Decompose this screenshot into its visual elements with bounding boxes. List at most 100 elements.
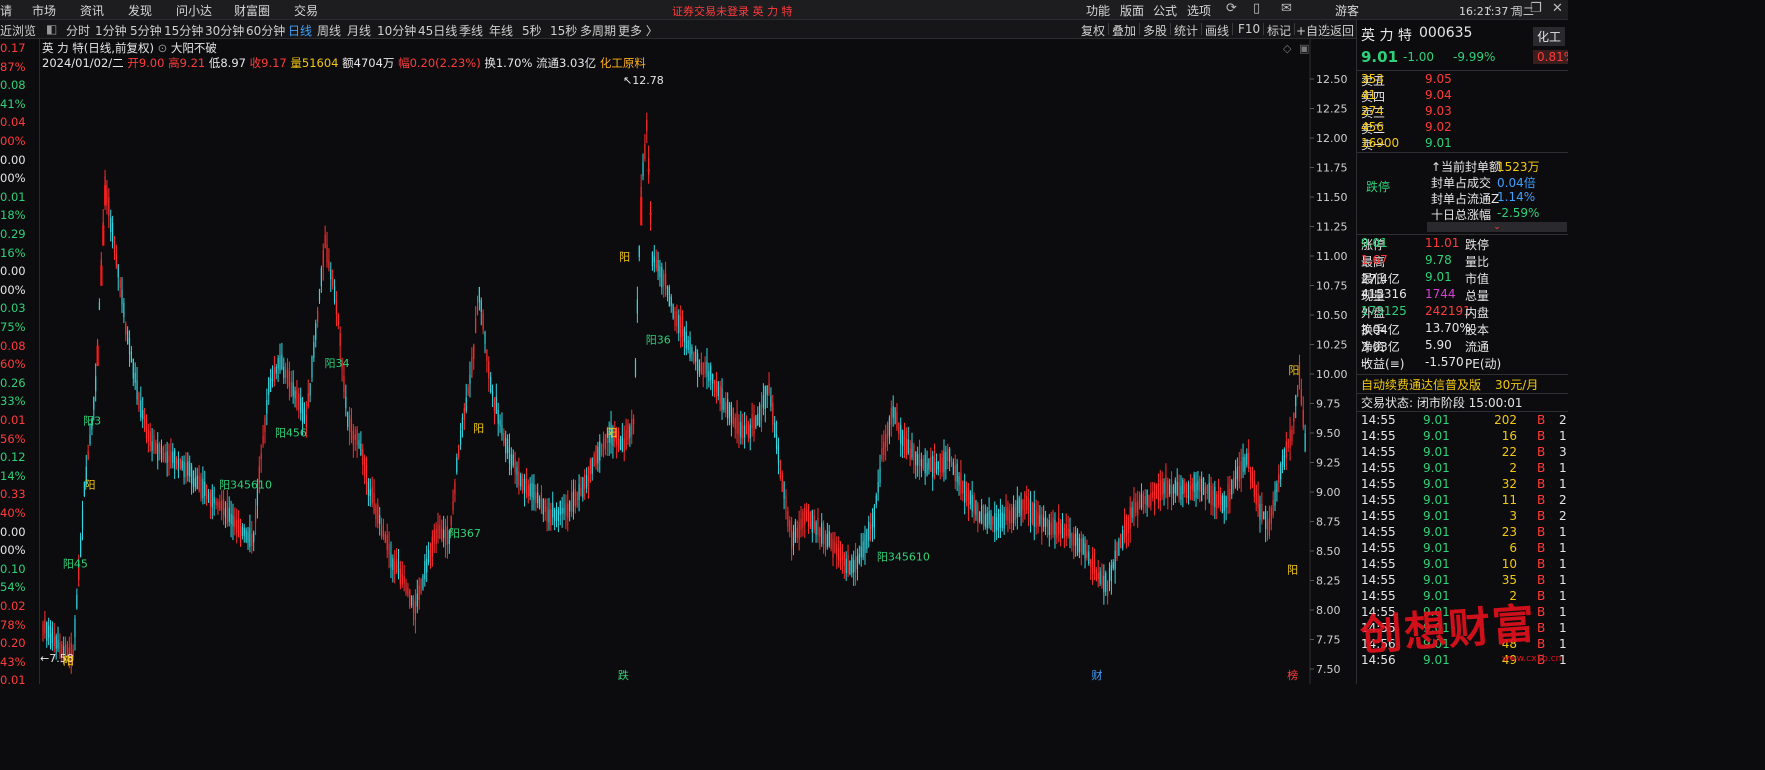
candle-body: [563, 507, 565, 514]
menu-item-discover[interactable]: 发现: [128, 2, 152, 19]
close-icon[interactable]: ✕: [1552, 1, 1563, 16]
candle-body: [202, 478, 204, 499]
y-tick-label: 8.25: [1316, 575, 1341, 588]
candle-body: [491, 390, 494, 396]
expand-toggle-icon[interactable]: ⌄: [1427, 222, 1567, 232]
candle-body: [962, 480, 964, 494]
tool-add-watchlist[interactable]: +自选: [1296, 22, 1330, 39]
candle-body: [1204, 486, 1207, 500]
tool-multi-stock[interactable]: 多股: [1143, 22, 1167, 39]
refresh-icon[interactable]: ⟳: [1226, 1, 1237, 16]
candle-body: [503, 432, 505, 444]
period-year[interactable]: 年线: [489, 22, 513, 39]
minimize-icon[interactable]: –: [1510, 1, 1517, 16]
menu-item-0[interactable]: 请: [0, 2, 12, 19]
candle-body: [1009, 510, 1011, 524]
indicator-check-icon[interactable]: ⊙: [158, 41, 171, 55]
phone-icon[interactable]: ▯: [1253, 1, 1260, 16]
menu-layout[interactable]: 版面: [1120, 2, 1144, 19]
top-menu-bar: 请 市场 资讯 发现 问小达 财富圈 交易 证券交易未登录 英 力 特 功能 版…: [0, 0, 1568, 20]
mail-icon[interactable]: ✉: [1281, 1, 1292, 16]
period-15min[interactable]: 15分钟: [164, 22, 203, 39]
candle-body: [1020, 499, 1022, 516]
candle-body: [804, 507, 806, 525]
candle-body: [730, 404, 733, 423]
candle-body: [862, 541, 864, 558]
tool-adjust[interactable]: 复权: [1081, 22, 1105, 39]
period-30min[interactable]: 30分钟: [205, 22, 244, 39]
period-1min[interactable]: 1分钟: [95, 22, 127, 39]
period-timeshare[interactable]: 分时: [66, 22, 90, 39]
menu-item-trade[interactable]: 交易: [294, 2, 318, 19]
left-scale-value: 0.00: [0, 524, 26, 539]
candlestick-chart[interactable]: 12.50 12.25 12.00 11.75 11.50 11.25 11.00 10.75…: [40, 39, 1356, 684]
panel-sector-tag[interactable]: 化工: [1533, 27, 1566, 46]
chart-diamond-icon[interactable]: ◇: [1283, 42, 1291, 55]
candle-body: [548, 509, 550, 523]
candle-body: [625, 429, 627, 449]
period-weekly[interactable]: 周线: [317, 22, 341, 39]
menu-item-news[interactable]: 资讯: [80, 2, 104, 19]
candle-body: [518, 471, 520, 486]
candle-body: [698, 359, 701, 371]
candle-body: [1114, 550, 1116, 570]
login-notice[interactable]: 证券交易未登录 英 力 特: [672, 3, 793, 19]
candle-body: [422, 575, 424, 590]
period-10min[interactable]: 10分钟: [377, 22, 416, 39]
left-scale-value: 56%: [0, 431, 26, 446]
promo-text[interactable]: 自动续费通达信普及版: [1361, 376, 1481, 393]
tick-count: 1: [1559, 605, 1567, 619]
candle-body: [1182, 480, 1184, 495]
menu-formula[interactable]: 公式: [1153, 2, 1177, 19]
tool-back[interactable]: 返回: [1330, 22, 1354, 39]
candle-body: [140, 400, 142, 418]
candle-body: [350, 419, 353, 440]
restore-icon[interactable]: ❐: [1530, 1, 1542, 16]
menu-item-wealth-circle[interactable]: 财富圈: [234, 2, 270, 19]
promo-price[interactable]: 30元/月: [1495, 376, 1538, 393]
guest-label[interactable]: 游客: [1335, 2, 1359, 19]
period-60min[interactable]: 60分钟: [246, 22, 285, 39]
tool-overlay[interactable]: 叠加: [1112, 22, 1136, 39]
menu-function[interactable]: 功能: [1086, 2, 1110, 19]
left-scale-value: 78%: [0, 617, 26, 632]
recent-browse-button[interactable]: 近浏览: [0, 22, 36, 39]
stat-value: 9.01: [1361, 236, 1388, 250]
menu-item-ask[interactable]: 问小达: [176, 2, 212, 19]
period-multi[interactable]: 多周期: [580, 22, 616, 39]
period-monthly[interactable]: 月线: [347, 22, 371, 39]
candle-body: [883, 441, 885, 456]
tool-statistics[interactable]: 统计: [1174, 22, 1198, 39]
candle-body: [638, 246, 640, 258]
yang-signal-label: 阳36: [646, 333, 671, 346]
tool-draw-line[interactable]: 画线: [1205, 22, 1229, 39]
candle-body: [1095, 569, 1097, 581]
candle-body: [356, 429, 358, 446]
period-more[interactable]: 更多 〉: [618, 22, 658, 39]
menu-item-market[interactable]: 市场: [32, 2, 56, 19]
panel-toggle-icon[interactable]: ◧: [46, 22, 57, 36]
period-5sec[interactable]: 5秒: [522, 22, 542, 39]
candle-body: [980, 505, 983, 524]
ask-row: 卖五 9.05 353: [1361, 72, 1567, 88]
back-arrow-icon[interactable]: ‹: [1487, 1, 1492, 16]
period-5min[interactable]: 5分钟: [130, 22, 162, 39]
candle-body: [939, 454, 941, 472]
candle-body: [486, 349, 488, 361]
menu-options[interactable]: 选项: [1187, 2, 1211, 19]
indicator-name[interactable]: 大阳不破: [171, 41, 217, 55]
candle-body: [856, 556, 859, 570]
period-15sec[interactable]: 15秒: [550, 22, 577, 39]
period-daily[interactable]: 日线: [288, 22, 312, 39]
period-quarter[interactable]: 季线: [459, 22, 483, 39]
seal-value: 1.14%: [1497, 190, 1536, 204]
chart-maximize-icon[interactable]: ▣: [1299, 42, 1309, 55]
quote-sector[interactable]: 化工原料: [600, 56, 646, 70]
candle-body: [48, 625, 50, 639]
candle-body: [1129, 507, 1131, 529]
period-45day[interactable]: 45日线: [418, 22, 457, 39]
tool-f10[interactable]: F10: [1238, 22, 1260, 36]
tick-row: 14:55 9.01 32 B 1: [1361, 477, 1567, 493]
tool-mark[interactable]: 标记: [1267, 22, 1291, 39]
candle-body: [469, 374, 471, 384]
